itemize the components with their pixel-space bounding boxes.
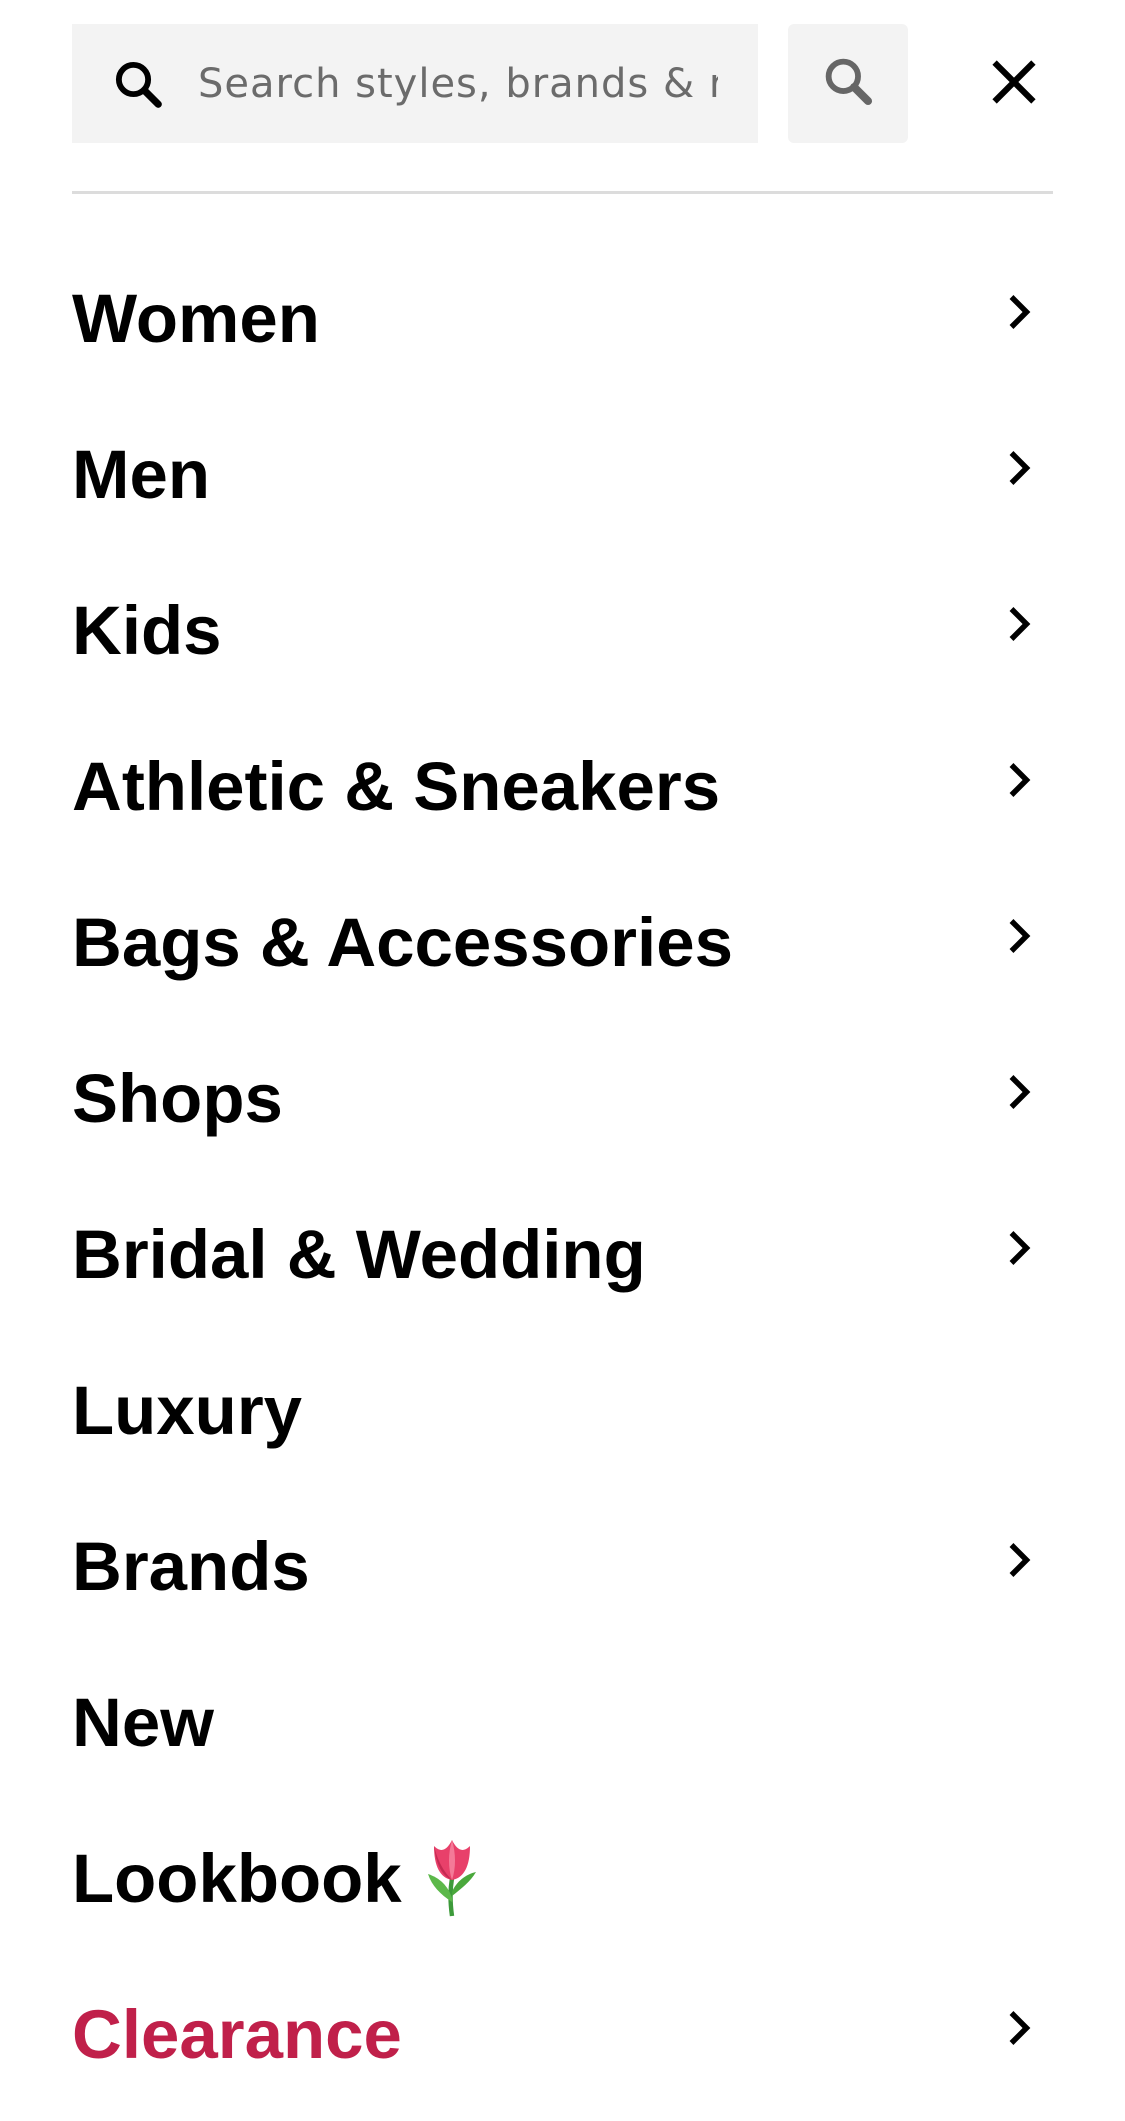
menu-item-men[interactable]: Men [72, 396, 1053, 552]
chevron-right-icon [995, 2004, 1043, 2052]
menu-item-luxury[interactable]: Luxury [72, 1332, 1053, 1488]
chevron-right-icon [995, 600, 1043, 648]
chevron-right-icon [995, 444, 1043, 492]
menu-item-label: Women [72, 279, 320, 357]
menu-item-label: New [72, 1683, 214, 1761]
chevron-right-icon [995, 1224, 1043, 1272]
menu-item-label: Clearance [72, 1995, 402, 2073]
chevron-right-icon [995, 756, 1043, 804]
chevron-right-icon [995, 912, 1043, 960]
menu-item-clearance[interactable]: Clearance [72, 1956, 1053, 2112]
close-button[interactable] [978, 48, 1050, 120]
chevron-right-icon [995, 288, 1043, 336]
menu-item-brands[interactable]: Brands [72, 1488, 1053, 1644]
menu-item-new[interactable]: New [72, 1644, 1053, 1800]
menu-item-bridal-wedding[interactable]: Bridal & Wedding [72, 1176, 1053, 1332]
divider [72, 191, 1053, 194]
menu-item-label: Bridal & Wedding [72, 1215, 646, 1293]
menu-item-women[interactable]: Women [72, 240, 1053, 396]
menu-item-shops[interactable]: Shops [72, 1020, 1053, 1176]
search-icon [108, 54, 168, 114]
chevron-right-icon [995, 1536, 1043, 1584]
menu-item-kids[interactable]: Kids [72, 552, 1053, 708]
menu-item-label: Bags & Accessories [72, 903, 733, 981]
menu-item-label: Brands [72, 1527, 310, 1605]
tulip-emoji-icon [420, 1834, 484, 1923]
category-menu: Women Men Kids Athletic & Sneakers Bags … [72, 240, 1053, 2112]
menu-item-lookbook[interactable]: Lookbook [72, 1800, 1053, 1956]
search-button[interactable] [788, 24, 908, 143]
menu-item-label: Men [72, 435, 210, 513]
search-icon [820, 53, 876, 114]
search-field-container[interactable] [72, 24, 758, 143]
search-input[interactable] [198, 60, 758, 107]
menu-item-label: Shops [72, 1059, 283, 1137]
menu-item-athletic-sneakers[interactable]: Athletic & Sneakers [72, 708, 1053, 864]
chevron-right-icon [995, 1068, 1043, 1116]
menu-item-label: Lookbook [72, 1839, 402, 1917]
menu-item-label: Athletic & Sneakers [72, 747, 721, 825]
mobile-menu-page: Women Men Kids Athletic & Sneakers Bags … [0, 0, 1125, 2121]
menu-item-label: Luxury [72, 1371, 303, 1449]
menu-item-bags-accessories[interactable]: Bags & Accessories [72, 864, 1053, 1020]
close-icon [991, 59, 1037, 110]
menu-item-label: Kids [72, 591, 222, 669]
